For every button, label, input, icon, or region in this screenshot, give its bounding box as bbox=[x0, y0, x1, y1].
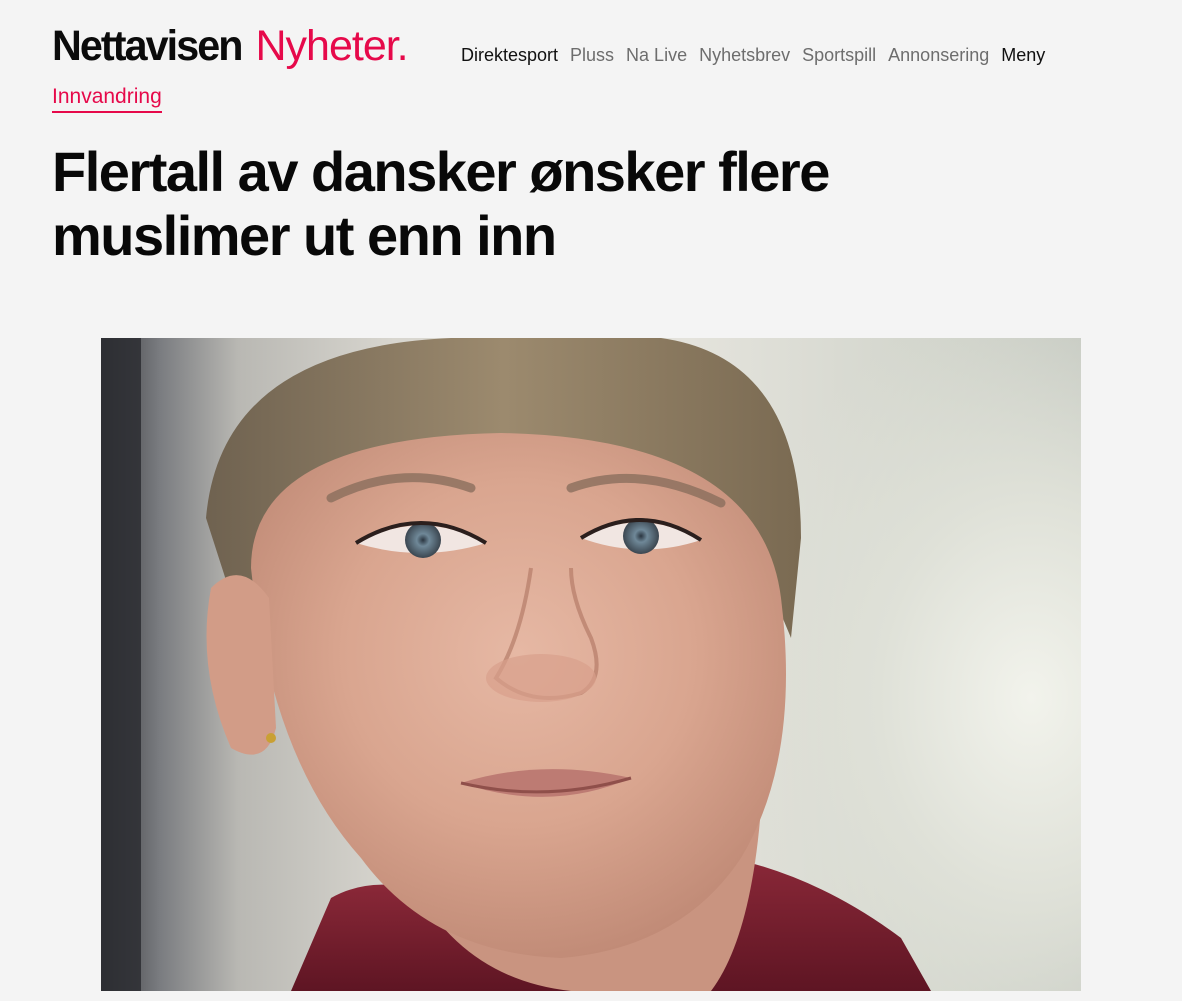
portrait-photo bbox=[101, 338, 931, 991]
article-headline[interactable]: Flertall av dansker ønsker flere muslime… bbox=[52, 140, 1052, 268]
nav-link-sportspill[interactable]: Sportspill bbox=[802, 45, 876, 66]
nav-link-annonsering[interactable]: Annonsering bbox=[888, 45, 989, 66]
article-category-link[interactable]: Innvandring bbox=[52, 84, 162, 113]
menu-button[interactable]: Meny bbox=[1001, 45, 1045, 66]
brand-section: Nyheter. bbox=[255, 22, 408, 70]
nav-link-na-live[interactable]: Na Live bbox=[626, 45, 687, 66]
brand-name: Nettavisen bbox=[52, 22, 244, 70]
nav-link-direktesport[interactable]: Direktesport bbox=[461, 45, 558, 66]
site-logo[interactable]: Nettavisen Nyheter. bbox=[52, 22, 409, 72]
top-navigation: Direktesport Pluss Na Live Nyhetsbrev Sp… bbox=[461, 45, 1045, 66]
nav-link-pluss[interactable]: Pluss bbox=[570, 45, 614, 66]
nav-link-nyhetsbrev[interactable]: Nyhetsbrev bbox=[699, 45, 790, 66]
article-hero-image[interactable] bbox=[101, 338, 1081, 991]
